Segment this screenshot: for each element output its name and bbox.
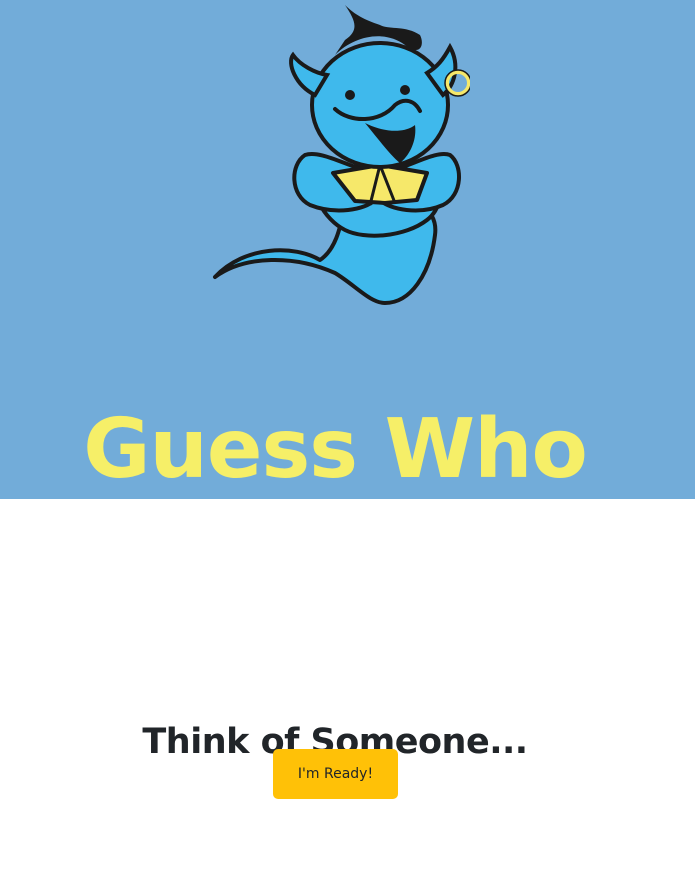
ready-button[interactable]: I'm Ready! — [273, 749, 398, 799]
main-content: Think of Someone... I'm Ready! — [0, 499, 695, 883]
app-title: Guess Who — [83, 401, 588, 497]
hero-banner: Guess Who — [0, 0, 695, 499]
genie-mascot-icon — [213, 5, 470, 305]
